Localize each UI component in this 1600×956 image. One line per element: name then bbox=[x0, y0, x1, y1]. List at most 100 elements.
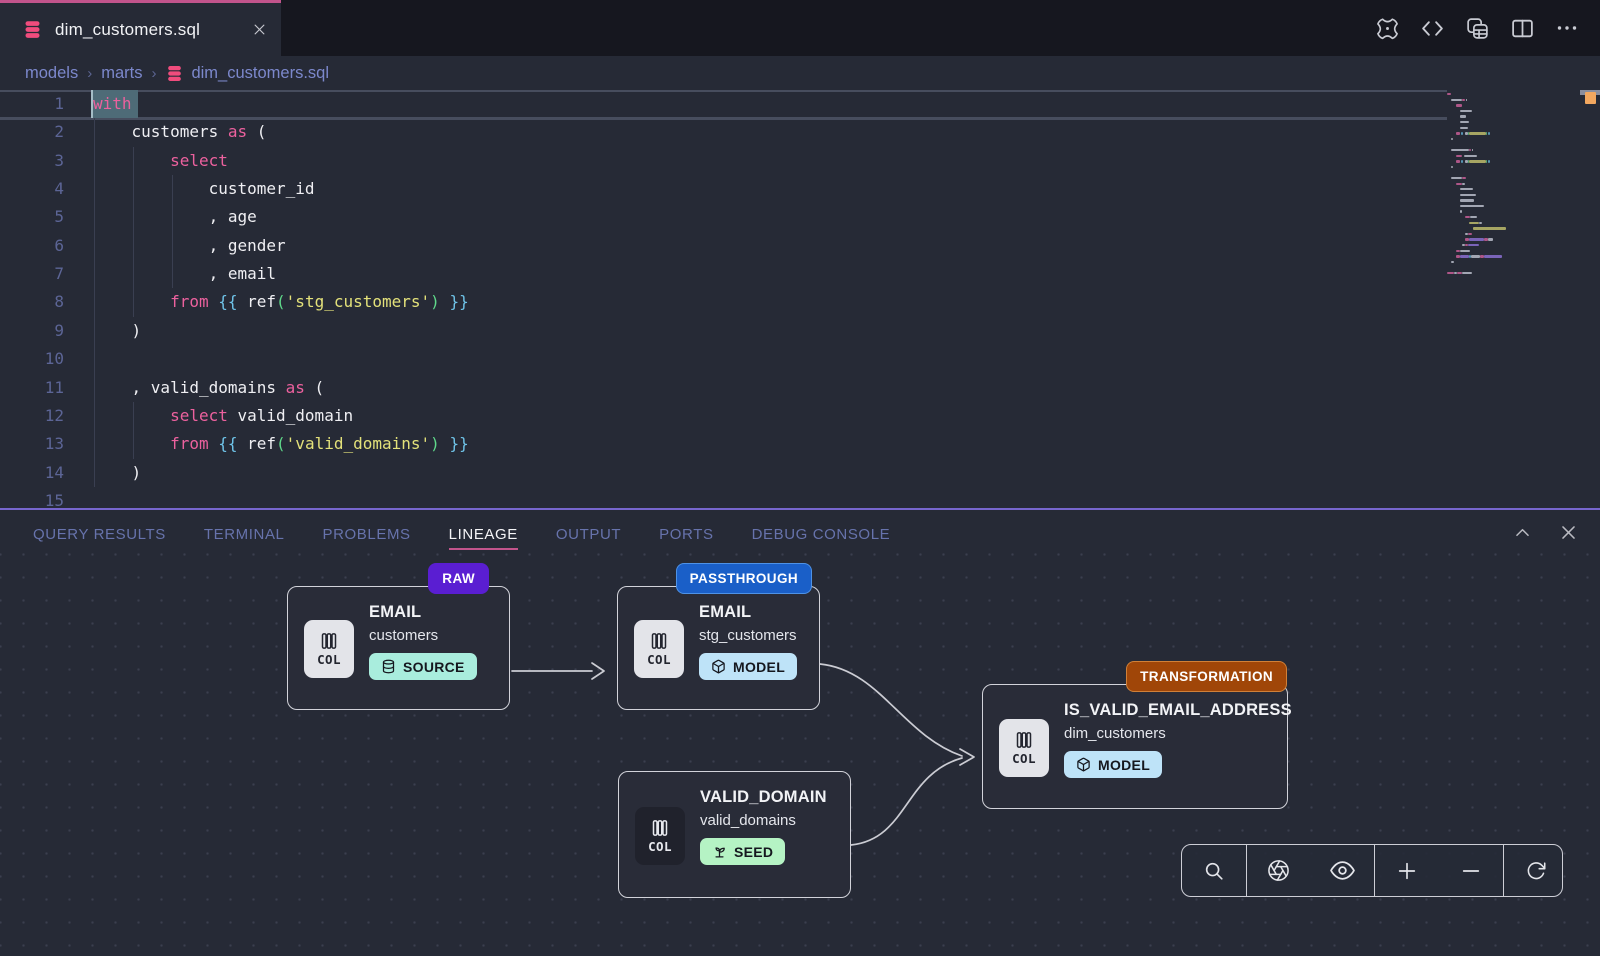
minimap-token bbox=[1484, 255, 1502, 257]
file-database-icon bbox=[22, 19, 43, 40]
minimap-token bbox=[1456, 160, 1460, 162]
code-line[interactable]: 13 from {{ ref('valid_domains') }} bbox=[0, 430, 1447, 458]
split-editor-button[interactable] bbox=[1509, 15, 1535, 41]
minimap-token bbox=[1468, 244, 1479, 246]
code-token: }} bbox=[449, 434, 468, 453]
breadcrumb-file[interactable]: dim_customers.sql bbox=[165, 64, 329, 83]
code-token bbox=[440, 292, 450, 311]
minus-icon bbox=[1460, 860, 1482, 882]
code-line-text: ) bbox=[64, 317, 141, 345]
code-line[interactable]: 15 bbox=[0, 487, 1447, 508]
zoom-out-button[interactable] bbox=[1439, 845, 1503, 896]
minimap-line bbox=[1447, 271, 1543, 277]
panel-tab-debug-console[interactable]: DEBUG CONSOLE bbox=[733, 514, 910, 549]
more-actions-button[interactable] bbox=[1554, 15, 1580, 41]
lineage-canvas[interactable]: RAWCOLEMAILcustomersSOURCE PASSTHROUGHCOL… bbox=[0, 552, 1600, 956]
panel-tab-query-results[interactable]: QUERY RESULTS bbox=[14, 514, 185, 549]
code-line[interactable]: 14 ) bbox=[0, 459, 1447, 487]
code-line[interactable]: 8 from {{ ref('stg_customers') }} bbox=[0, 288, 1447, 316]
minimap-token bbox=[1460, 210, 1462, 212]
screenshot-button[interactable] bbox=[1247, 845, 1311, 896]
lineage-node-dim_customers[interactable]: TRANSFORMATIONCOLIS_VALID_EMAIL_ADDRESSd… bbox=[982, 684, 1288, 809]
node-type-label: SOURCE bbox=[403, 659, 465, 675]
tab-close-icon[interactable] bbox=[252, 22, 267, 37]
zoom-in-button[interactable] bbox=[1375, 845, 1439, 896]
close-panel-button[interactable] bbox=[1558, 522, 1578, 542]
panel-tab-label: LINEAGE bbox=[449, 526, 518, 550]
code-line[interactable]: 6 , gender bbox=[0, 232, 1447, 260]
panel-tab-output[interactable]: OUTPUT bbox=[537, 514, 640, 549]
code-token: ) bbox=[430, 434, 440, 453]
code-line[interactable]: 7 , email bbox=[0, 260, 1447, 288]
toolbar-section bbox=[1182, 845, 1247, 896]
panel-tab-lineage[interactable]: LINEAGE bbox=[430, 514, 537, 549]
visibility-button[interactable] bbox=[1311, 845, 1375, 896]
ellipsis-icon bbox=[1555, 16, 1579, 40]
compiled-code-button[interactable] bbox=[1419, 15, 1445, 41]
code-line[interactable]: 12 select valid_domain bbox=[0, 402, 1447, 430]
dbt-logo-icon bbox=[1375, 16, 1400, 41]
node-tag-raw: RAW bbox=[428, 563, 489, 594]
minimap-token bbox=[1451, 166, 1452, 168]
selected-text: with bbox=[91, 90, 138, 118]
node-type-badge-source: SOURCE bbox=[369, 653, 477, 680]
breadcrumb-segment[interactable]: models bbox=[25, 64, 78, 83]
panel-tab-ports[interactable]: PORTS bbox=[640, 514, 732, 549]
overview-ruler-modified-mark bbox=[1585, 92, 1596, 104]
tab-dim-customers[interactable]: dim_customers.sql bbox=[0, 0, 281, 56]
code-line[interactable]: 3 select bbox=[0, 147, 1447, 175]
minimap-token bbox=[1460, 194, 1475, 196]
code-line[interactable]: 2 customers as ( bbox=[0, 118, 1447, 146]
breadcrumb-segment[interactable]: marts bbox=[101, 64, 142, 83]
line-number: 13 bbox=[0, 430, 64, 458]
dbt-logo-button[interactable] bbox=[1374, 15, 1400, 41]
code-token: , valid_domains bbox=[93, 378, 286, 397]
breadcrumb-file-label: dim_customers.sql bbox=[191, 64, 329, 83]
code-line-text bbox=[64, 345, 93, 373]
minimap-token bbox=[1488, 160, 1490, 162]
code-line-text: , gender bbox=[64, 232, 286, 260]
panel-tabs: QUERY RESULTS TERMINAL PROBLEMS LINEAGE OUTP… bbox=[14, 514, 909, 549]
code-line[interactable]: 4 customer_id bbox=[0, 175, 1447, 203]
code-token: 'valid_domains' bbox=[286, 434, 431, 453]
code-line-text: , email bbox=[64, 260, 276, 288]
line-number: 6 bbox=[0, 232, 64, 260]
code-editor[interactable]: 1with2 customers as (3 select4 customer_… bbox=[0, 90, 1600, 508]
node-type-label: SEED bbox=[734, 844, 773, 860]
code-token: ( bbox=[276, 292, 286, 311]
code-line[interactable]: 1with bbox=[0, 90, 1447, 118]
minimap-token bbox=[1471, 255, 1480, 257]
search-button[interactable] bbox=[1182, 845, 1246, 896]
code-line[interactable]: 5 , age bbox=[0, 203, 1447, 231]
collapse-panel-button[interactable] bbox=[1512, 522, 1532, 542]
minimap-token bbox=[1460, 255, 1469, 257]
refresh-button[interactable] bbox=[1504, 845, 1563, 896]
node-column-name: EMAIL bbox=[699, 603, 797, 622]
refresh-icon bbox=[1525, 860, 1547, 882]
minimap-token bbox=[1460, 205, 1484, 207]
minimap-token bbox=[1460, 115, 1466, 117]
database-small-icon bbox=[381, 659, 396, 674]
minimap-token bbox=[1486, 160, 1487, 162]
dbt-ide-window: dim_customers.sql models›marts›dim_custo… bbox=[0, 0, 1600, 956]
minimap-token bbox=[1460, 110, 1472, 112]
panel-tab-problems[interactable]: PROBLEMS bbox=[304, 514, 430, 549]
cube-icon bbox=[1076, 757, 1091, 772]
minimap-token bbox=[1466, 99, 1467, 101]
code-line[interactable]: 11 , valid_domains as ( bbox=[0, 374, 1447, 402]
query-results-button[interactable] bbox=[1464, 15, 1490, 41]
panel-tab-label: TERMINAL bbox=[204, 526, 285, 550]
line-number: 9 bbox=[0, 317, 64, 345]
lineage-node-stg_customers[interactable]: PASSTHROUGHCOLEMAILstg_customersMODEL bbox=[617, 586, 820, 710]
minimap[interactable] bbox=[1447, 92, 1543, 277]
code-line[interactable]: 9 ) bbox=[0, 317, 1447, 345]
line-number: 11 bbox=[0, 374, 64, 402]
toolbar-section bbox=[1375, 845, 1504, 896]
minimap-token bbox=[1460, 127, 1468, 129]
code-token: as bbox=[228, 122, 247, 141]
code-line[interactable]: 10 bbox=[0, 345, 1447, 373]
panel-tab-terminal[interactable]: TERMINAL bbox=[185, 514, 304, 549]
lineage-node-customers[interactable]: RAWCOLEMAILcustomersSOURCE bbox=[287, 586, 510, 710]
bottom-panel-header: QUERY RESULTS TERMINAL PROBLEMS LINEAGE OUTP… bbox=[0, 508, 1600, 552]
lineage-node-valid_domains[interactable]: COLVALID_DOMAINvalid_domainsSEED bbox=[618, 771, 851, 898]
